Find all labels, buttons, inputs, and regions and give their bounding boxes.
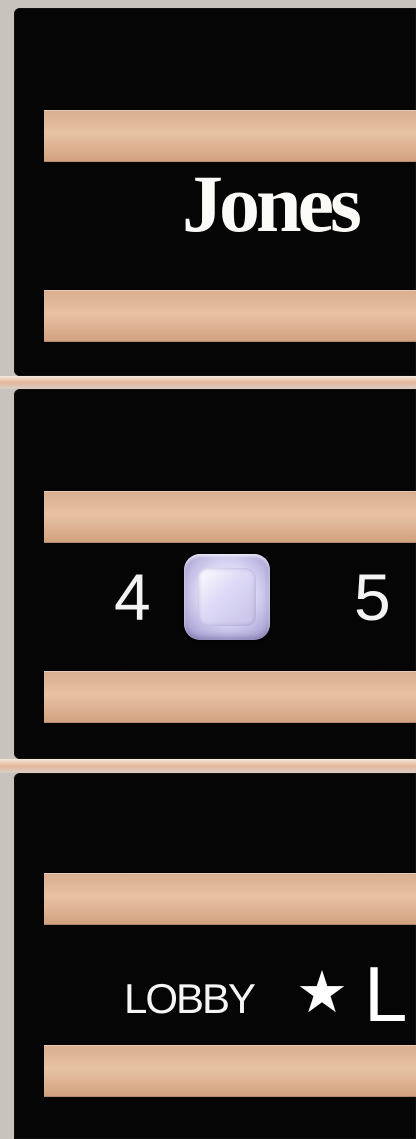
name-plaque-panel: Jones: [14, 8, 416, 376]
upper-wood-strip: [44, 110, 416, 162]
floor-call-button[interactable]: [184, 554, 270, 640]
floor-5-label: 5: [354, 560, 391, 634]
star-icon: ★: [296, 958, 348, 1026]
lobby-label: LOBBY: [124, 975, 256, 1022]
lower-wood-strip: [44, 1045, 416, 1097]
panel-divider: [0, 759, 416, 773]
upper-wood-strip: [44, 491, 416, 543]
lobby-panel: LOBBY ★ L: [14, 773, 416, 1139]
lower-wood-strip: [44, 290, 416, 342]
lower-wood-strip: [44, 671, 416, 723]
upper-wood-strip: [44, 873, 416, 925]
floor-4-label: 4: [114, 560, 151, 634]
name-plaque-text: Jones: [182, 158, 362, 249]
panel-divider: [0, 376, 416, 389]
floor-button-panel: 4 5: [14, 389, 416, 759]
lobby-letter-label: L: [364, 950, 408, 1038]
